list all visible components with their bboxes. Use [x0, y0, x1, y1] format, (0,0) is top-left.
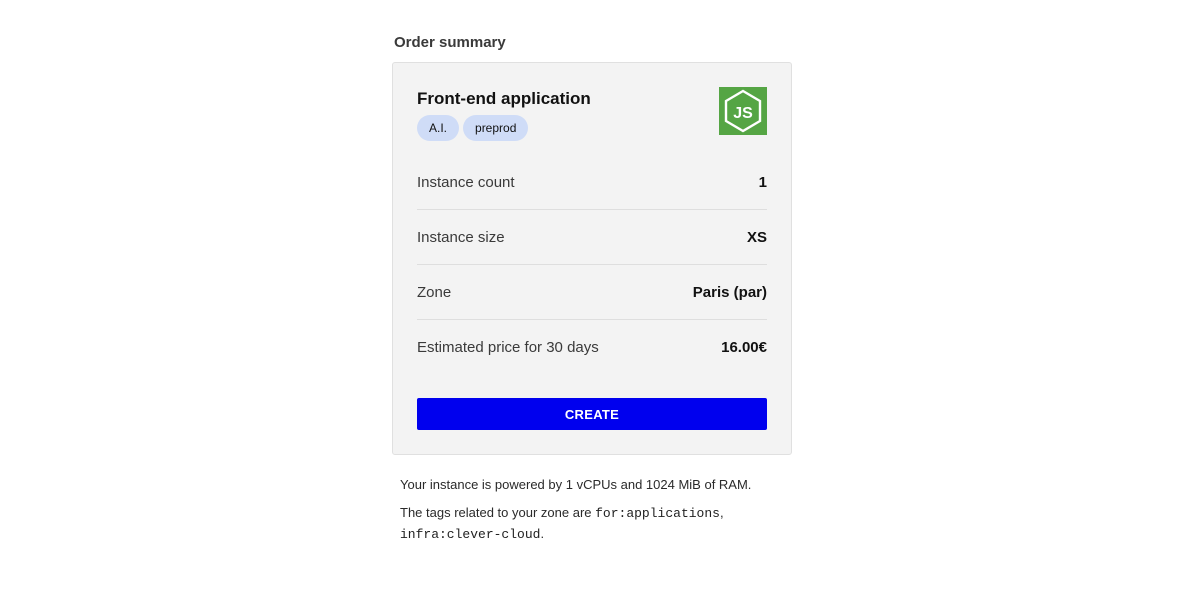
detail-label: Instance size	[417, 228, 505, 246]
detail-row-price: Estimated price for 30 days 16.00€	[417, 320, 767, 374]
powered-note: Your instance is powered by 1 vCPUs and …	[400, 477, 752, 492]
create-button[interactable]: CREATE	[417, 398, 767, 430]
detail-value: XS	[746, 228, 767, 246]
detail-row-instance-size: Instance size XS	[417, 210, 767, 265]
app-name: Front-end application	[417, 89, 591, 108]
tag-badge: preprod	[463, 115, 529, 141]
zone-tags-separator: ,	[719, 505, 724, 520]
logo-text: JS	[733, 105, 753, 122]
footnotes: Your instance is powered by 1 vCPUs and …	[392, 455, 792, 545]
order-summary-title: Order summary	[394, 34, 506, 51]
tag-list: A.I. preprod	[417, 115, 591, 141]
detail-label: Zone	[417, 283, 452, 301]
detail-value: 16.00€	[721, 338, 767, 356]
zone-tag-code: infra:clever-cloud	[400, 527, 541, 542]
detail-row-instance-count: Instance count 1	[417, 155, 767, 210]
card-header: Front-end application A.I. preprod JS	[417, 87, 767, 155]
detail-value: 1	[758, 173, 767, 191]
zone-tags-note: The tags related to your zone are for:ap…	[400, 503, 784, 545]
detail-row-zone: Zone Paris (par)	[417, 265, 767, 320]
app-info: Front-end application A.I. preprod	[417, 87, 591, 141]
zone-tags-end: .	[540, 526, 545, 541]
tag-badge: A.I.	[417, 115, 460, 141]
zone-tag-code: for:applications	[595, 506, 720, 521]
summary-card: Front-end application A.I. preprod JS In…	[392, 62, 792, 455]
detail-value: Paris (par)	[692, 283, 767, 301]
order-summary: Order summary Front-end application A.I.…	[392, 30, 792, 553]
detail-label: Estimated price for 30 days	[417, 338, 599, 356]
zone-tags-prefix: The tags related to your zone are	[400, 505, 596, 520]
nodejs-icon: JS	[719, 87, 767, 135]
detail-label: Instance count	[417, 173, 515, 191]
nodejs-hexagon-icon: JS	[724, 89, 762, 133]
